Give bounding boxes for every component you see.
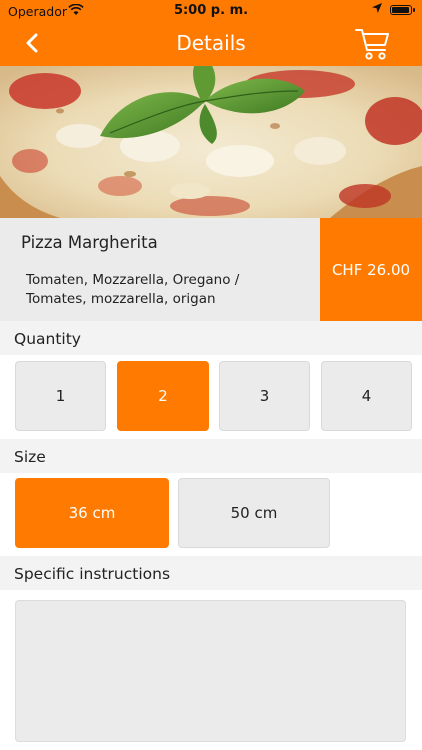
location-arrow-icon (372, 3, 382, 16)
product-info: Pizza Margherita Tomaten, Mozzarella, Or… (0, 218, 422, 321)
instructions-input[interactable] (15, 600, 406, 742)
size-header: Size (0, 439, 422, 473)
product-image (0, 66, 422, 218)
size-option-50[interactable]: 50 cm (178, 478, 330, 548)
product-name: Pizza Margherita (21, 233, 158, 252)
quantity-option-4[interactable]: 4 (321, 361, 412, 431)
instructions-header: Specific instructions (0, 556, 422, 590)
quantity-option-3[interactable]: 3 (219, 361, 310, 431)
size-label: Size (14, 448, 46, 466)
instructions-label: Specific instructions (14, 565, 171, 583)
quantity-option-2[interactable]: 2 (117, 361, 209, 431)
quantity-label: Quantity (14, 330, 81, 348)
status-bar: Operador 5:00 p. m. (0, 0, 422, 22)
product-description: Tomaten, Mozzarella, Oregano / Tomates, … (26, 271, 311, 309)
product-price: CHF 26.00 (320, 218, 422, 321)
battery-icon (390, 5, 415, 15)
cart-icon (355, 29, 389, 60)
quantity-header: Quantity (0, 321, 422, 355)
size-option-36[interactable]: 36 cm (15, 478, 169, 548)
description-line: Tomates, mozzarella, origan (26, 291, 216, 307)
cart-button[interactable] (352, 24, 392, 62)
quantity-option-1[interactable]: 1 (15, 361, 106, 431)
navigation-bar: Details (0, 22, 422, 66)
description-line: Tomaten, Mozzarella, Oregano / (26, 272, 240, 288)
status-time: 5:00 p. m. (173, 3, 249, 18)
